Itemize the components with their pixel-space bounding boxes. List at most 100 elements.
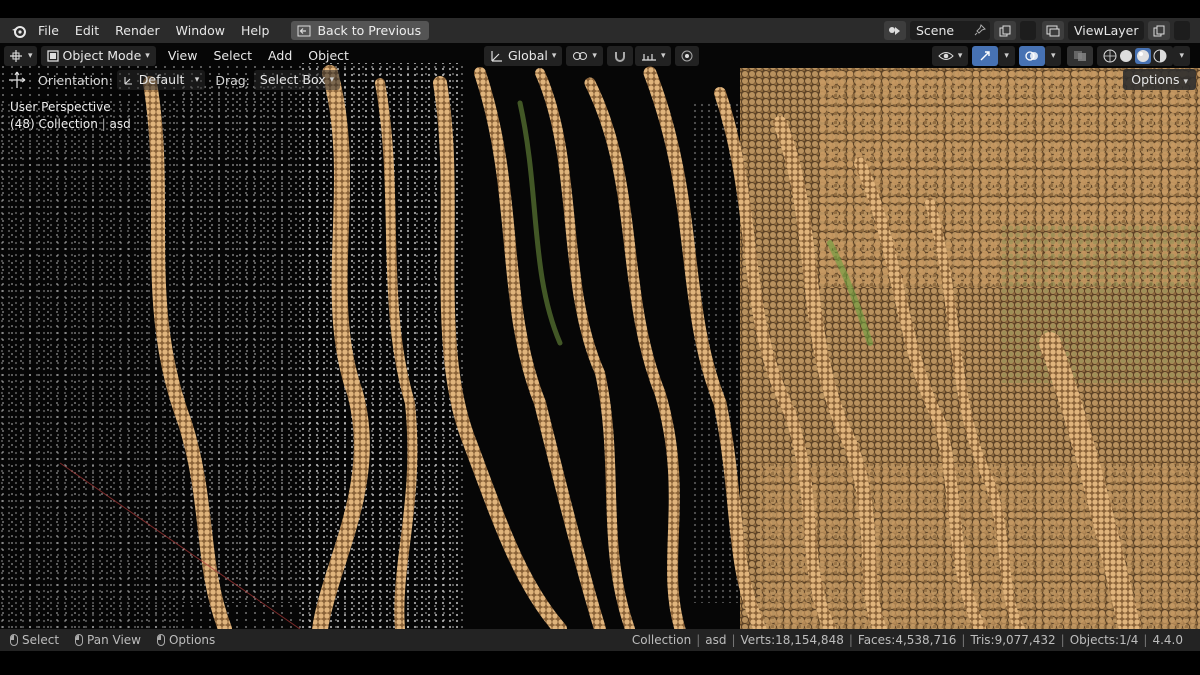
chevron-down-icon: ▾ xyxy=(551,51,557,61)
transform-orientation-dropdown[interactable]: Global ▾ xyxy=(484,46,563,66)
delete-scene-icon[interactable] xyxy=(1020,21,1036,40)
point-cloud-render xyxy=(0,43,1200,629)
chevron-down-icon: ▾ xyxy=(660,51,666,61)
stat-object: asd xyxy=(705,633,727,647)
object-mode-icon xyxy=(46,50,59,62)
viewport-display-controls: ▾ ▾ ▾ ▾ xyxy=(931,44,1190,68)
top-menubar: File Edit Render Window Help Back to Pre… xyxy=(0,18,1200,43)
overlays-dropdown[interactable]: ▾ xyxy=(1044,46,1062,66)
menu-object[interactable]: Object xyxy=(302,46,355,66)
separator: | xyxy=(101,117,106,131)
menu-view[interactable]: View xyxy=(162,46,204,66)
stat-collection: Collection xyxy=(631,633,692,647)
drag-value: Select Box xyxy=(259,72,326,87)
transform-gizmo-icon[interactable] xyxy=(6,71,28,89)
chevron-down-icon: ▾ xyxy=(1004,51,1009,61)
visibility-dropdown[interactable]: ▾ xyxy=(931,46,969,66)
scene-name-field[interactable]: Scene xyxy=(910,21,990,40)
gizmo-dropdown[interactable]: ▾ xyxy=(998,46,1015,66)
viewlayer-browse-icon[interactable] xyxy=(1042,21,1064,40)
delete-viewlayer-icon[interactable] xyxy=(1174,21,1190,40)
hint-options-label: Options xyxy=(168,633,216,647)
menu-window[interactable]: Window xyxy=(168,20,233,42)
app-window: File Edit Render Window Help Back to Pre… xyxy=(0,0,1200,675)
orientation-value: Default xyxy=(138,72,185,87)
hint-pan-label: Pan View xyxy=(87,633,141,647)
snap-toggle[interactable] xyxy=(606,46,633,66)
drag-label: Drag: xyxy=(215,72,250,88)
chevron-down-icon: ▾ xyxy=(145,51,150,61)
hint-select-label: Select xyxy=(22,633,60,647)
viewlayer-name-field[interactable]: ViewLayer xyxy=(1068,21,1144,40)
menu-help[interactable]: Help xyxy=(233,20,278,42)
pin-icon[interactable] xyxy=(974,24,986,36)
solid-shading-icon[interactable] xyxy=(1119,49,1133,63)
scene-name-text: Scene xyxy=(916,23,955,38)
new-viewlayer-icon[interactable] xyxy=(1148,21,1170,40)
view-perspective-label: User Perspective xyxy=(10,100,111,114)
stat-version: 4.4.0 xyxy=(1152,633,1183,647)
object-mode-label: Object Mode xyxy=(62,48,142,63)
orientation-dropdown[interactable]: Default ▾ xyxy=(116,70,206,90)
status-bar: Select Pan View Options Collection | asd |… xyxy=(0,629,1200,651)
proportional-edit-toggle[interactable] xyxy=(675,46,700,66)
menu-add[interactable]: Add xyxy=(262,46,298,66)
menu-render[interactable]: Render xyxy=(107,20,168,42)
pivot-point-dropdown[interactable]: ▾ xyxy=(566,46,603,66)
snap-magnet-icon xyxy=(614,52,625,62)
scene-statistics: Collection | asd | Verts:18,154,848 | Faces… xyxy=(627,633,1188,647)
chevron-down-icon: ▾ xyxy=(1050,51,1056,61)
object-mode-dropdown[interactable]: Object Mode ▾ xyxy=(40,46,156,66)
tool-settings-bar: Orientation: Default ▾ Drag: Select Box … xyxy=(6,68,341,92)
back-to-previous-button[interactable]: Back to Previous xyxy=(291,21,430,40)
proportional-edit-icon xyxy=(681,50,693,62)
stat-objects: Objects:1/4 xyxy=(1069,633,1139,647)
snap-increment-icon xyxy=(641,54,656,61)
blender-logo-icon[interactable] xyxy=(8,20,30,42)
eye-icon xyxy=(938,52,954,60)
chevron-down-icon: ▾ xyxy=(957,51,963,61)
hint-select: Select xyxy=(10,633,59,647)
new-scene-icon[interactable] xyxy=(994,21,1016,40)
menu-file[interactable]: File xyxy=(30,20,67,42)
scene-selector: Scene xyxy=(884,21,1036,40)
shading-dropdown[interactable]: ▾ xyxy=(1173,46,1190,66)
active-collection-label: (48) Collection | asd xyxy=(10,117,131,131)
3d-viewport[interactable]: ▾ Object Mode ▾ View Select Add Object G… xyxy=(0,43,1200,629)
scene-browse-icon[interactable] xyxy=(884,21,906,40)
select-tool-dropdown[interactable]: ▾ xyxy=(4,46,37,66)
xray-toggle[interactable] xyxy=(1067,46,1094,66)
rendered-shading-icon[interactable] xyxy=(1153,49,1167,63)
snap-target-dropdown[interactable]: ▾ xyxy=(634,46,672,66)
mouse-middle-icon xyxy=(75,634,84,646)
orientation-axes-icon xyxy=(491,51,502,62)
mouse-right-icon xyxy=(156,634,165,646)
xray-icon xyxy=(1074,51,1087,61)
back-arrow-icon xyxy=(297,25,311,36)
active-object-name: asd xyxy=(109,117,131,131)
stat-faces: Faces:4,538,716 xyxy=(857,633,957,647)
select-tool-icon xyxy=(10,50,22,62)
options-label: Options xyxy=(1131,72,1180,87)
chevron-down-icon: ▾ xyxy=(194,75,200,85)
options-dropdown[interactable]: Options ▾ xyxy=(1123,69,1196,90)
viewport-header: ▾ Object Mode ▾ View Select Add Object xyxy=(4,44,355,68)
chevron-down-icon: ▾ xyxy=(1179,51,1184,61)
drag-dropdown[interactable]: Select Box ▾ xyxy=(253,70,341,90)
gizmo-toggle[interactable] xyxy=(972,46,999,66)
collection-name: (48) Collection xyxy=(10,117,98,131)
viewlayer-selector: ViewLayer xyxy=(1042,21,1190,40)
chevron-down-icon: ▾ xyxy=(592,51,597,61)
material-shading-icon[interactable] xyxy=(1135,48,1152,64)
back-button-label: Back to Previous xyxy=(317,23,422,38)
hint-pan-view: Pan View xyxy=(75,633,141,647)
orientation-label: Orientation: xyxy=(38,72,113,88)
wireframe-shading-icon[interactable] xyxy=(1103,49,1117,63)
gizmo-arrows-icon xyxy=(980,51,991,61)
overlays-toggle[interactable] xyxy=(1018,46,1045,66)
shading-mode-group xyxy=(1097,46,1174,66)
default-orientation-icon xyxy=(124,77,132,85)
menu-select[interactable]: Select xyxy=(207,46,258,66)
menu-edit[interactable]: Edit xyxy=(67,20,107,42)
pivot-link-icon xyxy=(573,52,588,60)
